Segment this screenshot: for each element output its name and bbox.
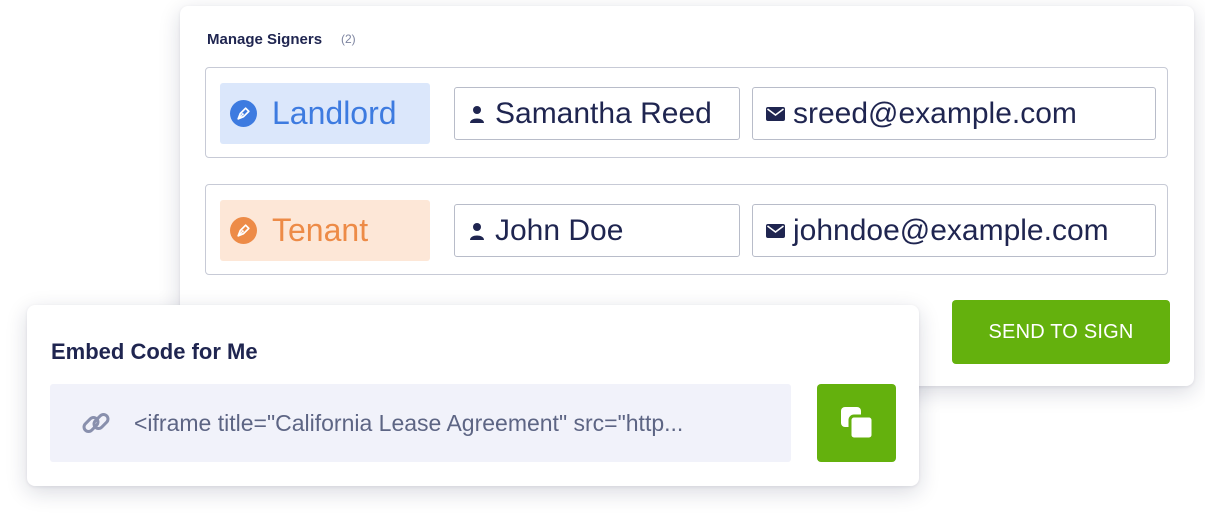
panel-title: Manage Signers (207, 31, 323, 48)
embed-title: Embed Code for Me (51, 339, 258, 364)
envelope-icon (765, 106, 785, 121)
send-to-sign-button[interactable]: SEND TO SIGN (952, 300, 1170, 364)
signer-count: (2) (341, 32, 356, 46)
signer-name-field[interactable]: John Doe (454, 204, 740, 257)
role-tag-tenant[interactable]: Tenant (220, 200, 430, 261)
embed-code-panel: Embed Code for Me <iframe title="Califor… (27, 305, 919, 486)
user-icon (467, 105, 487, 123)
role-label: Tenant (272, 212, 369, 248)
pen-nib-icon (230, 100, 257, 127)
signer-email-field[interactable]: johndoe@example.com (752, 204, 1156, 257)
envelope-icon (765, 223, 785, 238)
copy-icon (839, 405, 875, 441)
signer-email-value: johndoe@example.com (793, 213, 1109, 247)
copy-button[interactable] (817, 384, 896, 462)
role-tag-landlord[interactable]: Landlord (220, 83, 430, 144)
signer-email-value: sreed@example.com (793, 96, 1077, 130)
user-icon (467, 222, 487, 240)
signer-name-value: John Doe (495, 213, 624, 247)
role-label: Landlord (272, 95, 397, 131)
link-icon (80, 407, 112, 439)
signer-name-value: Samantha Reed (495, 96, 712, 130)
pen-nib-icon (230, 217, 257, 244)
signer-email-field[interactable]: sreed@example.com (752, 87, 1156, 140)
embed-code-field[interactable]: <iframe title="California Lease Agreemen… (50, 384, 791, 462)
embed-code-text: <iframe title="California Lease Agreemen… (134, 409, 684, 436)
signer-row-tenant: Tenant John Doe johndoe@example.com (205, 184, 1168, 275)
signer-name-field[interactable]: Samantha Reed (454, 87, 740, 140)
signer-row-landlord: Landlord Samantha Reed sreed@example.com (205, 67, 1168, 158)
